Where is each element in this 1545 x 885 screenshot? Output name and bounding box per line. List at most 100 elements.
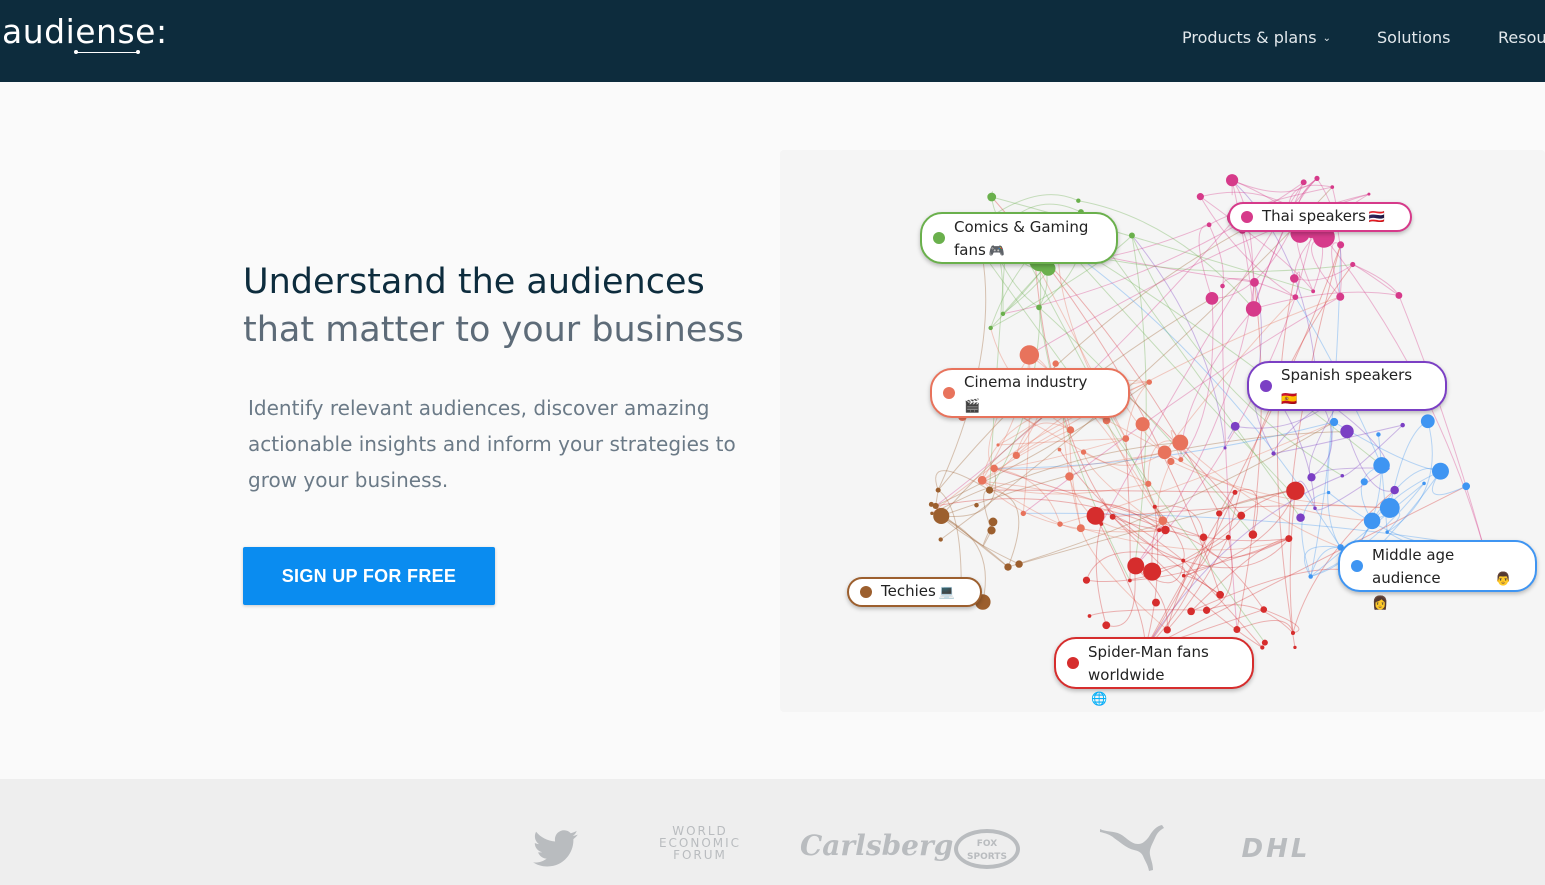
network-node: [988, 517, 998, 527]
nav-solutions[interactable]: Solutions: [1377, 28, 1451, 47]
network-node: [1181, 558, 1186, 563]
network-edge: [1221, 286, 1238, 630]
thai-flag-icon: 🇹🇭: [1368, 210, 1386, 225]
logo-underline: [76, 52, 138, 53]
network-node: [1329, 417, 1339, 427]
network-node: [1261, 639, 1268, 646]
network-node: [1033, 264, 1038, 270]
network-node: [977, 475, 987, 485]
network-node: [1057, 521, 1063, 527]
network-node: [1223, 446, 1227, 450]
network-node: [1290, 274, 1299, 283]
network-node: [1260, 645, 1265, 650]
cluster-dot: [1241, 211, 1253, 223]
network-node: [1143, 562, 1162, 581]
network-node: [1326, 490, 1331, 495]
network-node: [1145, 480, 1152, 487]
network-edge: [994, 467, 1061, 525]
cluster-tag-spider-man[interactable]: Spider-Man fans worldwide 🌐: [1054, 637, 1254, 707]
network-edge: [1095, 523, 1107, 626]
network-node: [1199, 533, 1208, 542]
network-edge: [1179, 442, 1341, 548]
top-navigation-bar: audiense: Products & plans ⌄ Solutions Re…: [0, 0, 1545, 82]
cluster-label: Middle age audience: [1372, 546, 1455, 587]
network-node: [930, 511, 934, 516]
network-node: [938, 537, 943, 542]
network-edge: [993, 467, 1204, 538]
fox-sports-text: FOX SPORTS: [967, 839, 1007, 862]
sign-up-button[interactable]: SIGN UP FOR FREE: [243, 547, 495, 605]
gamepad-icon: 🎮: [988, 244, 1005, 259]
logo-underline-dot-right: [136, 50, 140, 54]
network-node: [1462, 482, 1471, 491]
puma-logo-icon: [1100, 825, 1164, 871]
cluster-tag-cinema-industry[interactable]: Cinema industry 🎬: [930, 368, 1130, 418]
network-node: [1313, 506, 1317, 510]
cluster-tag-techies[interactable]: Techies 💻: [847, 577, 982, 607]
network-node: [1205, 292, 1219, 305]
network-node: [1099, 522, 1104, 526]
network-node: [1337, 241, 1345, 249]
network-edge: [1294, 233, 1312, 298]
network-node: [1350, 261, 1356, 268]
nav-products-plans[interactable]: Products & plans ⌄: [1182, 28, 1331, 47]
world-economic-forum-text: WORLD ECONOMIC FORUM: [658, 824, 742, 862]
cluster-tag-middle-age[interactable]: Middle age audience 👨 👩: [1338, 540, 1537, 611]
network-node: [1285, 535, 1293, 543]
network-node: [1286, 481, 1305, 501]
network-node: [1232, 489, 1238, 495]
network-node: [1290, 630, 1296, 635]
cluster-dot: [1067, 657, 1079, 669]
hero-subtitle: that matter to your business: [243, 310, 744, 350]
network-node: [1086, 506, 1105, 525]
network-node: [1314, 175, 1320, 181]
network-edge: [980, 480, 1149, 495]
laptop-icon: 💻: [938, 585, 955, 600]
network-node: [1012, 451, 1020, 460]
network-node: [1020, 510, 1026, 517]
network-node: [987, 526, 996, 535]
network-node: [1178, 457, 1184, 463]
network-node: [1248, 530, 1258, 539]
cluster-dot: [860, 586, 872, 598]
network-node: [1379, 497, 1400, 518]
chevron-down-icon: ⌄: [1322, 33, 1332, 44]
cluster-tag-spanish-speakers[interactable]: Spanish speakers 🇪🇸: [1247, 361, 1447, 411]
network-node: [1135, 417, 1150, 432]
nav-resources[interactable]: Resou: [1498, 28, 1545, 47]
globe-icon: 🌐: [1091, 692, 1108, 707]
network-node: [1122, 435, 1130, 442]
hero-description: Identify relevant audiences, discover am…: [248, 396, 736, 492]
cluster-tag-thai-speakers[interactable]: Thai speakers 🇹🇭: [1228, 202, 1412, 232]
network-node: [1230, 421, 1240, 431]
network-node: [1076, 198, 1081, 203]
network-node: [987, 192, 997, 202]
carlsberg-logo: Carlsberg: [800, 829, 953, 862]
network-node: [1019, 345, 1040, 365]
network-node: [1187, 607, 1195, 616]
network-node: [1260, 606, 1268, 613]
network-node: [1128, 232, 1135, 239]
network-node: [932, 502, 939, 510]
network-node: [1340, 424, 1354, 439]
network-node: [1102, 621, 1111, 630]
network-node: [1271, 451, 1276, 456]
network-node: [1000, 311, 1006, 316]
network-node: [1395, 292, 1403, 299]
network-node: [1202, 606, 1211, 614]
cluster-label: Techies: [881, 582, 936, 600]
network-edge: [1236, 619, 1294, 634]
cluster-dot: [943, 387, 955, 399]
network-node: [1330, 185, 1335, 189]
cluster-label: Cinema industry: [964, 373, 1088, 391]
nav-solutions-label: Solutions: [1377, 28, 1451, 47]
network-node: [1127, 560, 1142, 574]
network-node: [1233, 626, 1241, 634]
network-node: [1311, 289, 1316, 294]
cluster-tag-comics-gaming[interactable]: Comics & Gaming fans 🎮: [920, 212, 1118, 264]
cluster-label: Thai speakers: [1262, 207, 1366, 225]
network-node: [935, 487, 941, 493]
network-node: [1157, 528, 1162, 533]
audiense-logo[interactable]: audiense:: [2, 12, 168, 51]
network-node: [1336, 292, 1345, 301]
